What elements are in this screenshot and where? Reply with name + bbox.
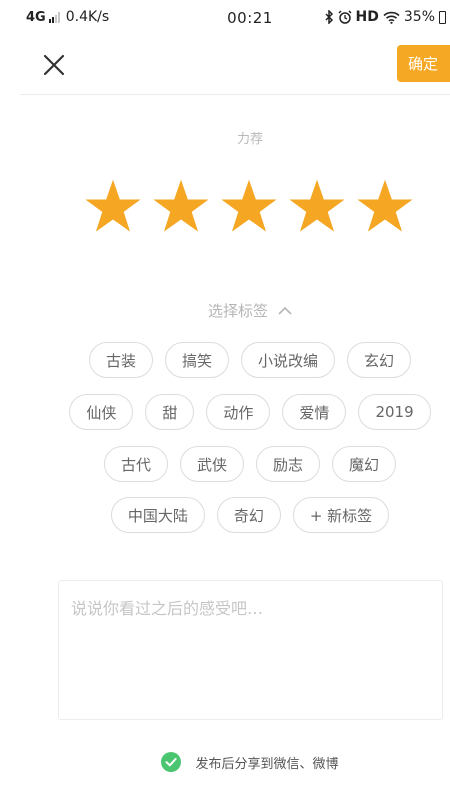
rating-screen: 4G 0.4K/s 00:21 HD 35% 确定 力荐 选择标签 古装 搞笑 … (0, 0, 450, 785)
tag-chip[interactable]: 古代 (103, 446, 168, 482)
header-divider (20, 94, 450, 95)
status-right: HD 35% (325, 9, 446, 25)
alarm-icon (338, 10, 352, 24)
star-icon[interactable] (84, 178, 142, 236)
star-icon[interactable] (288, 178, 346, 236)
tag-section-toggle[interactable]: 选择标签 (0, 300, 450, 321)
bluetooth-icon (325, 10, 333, 24)
close-button[interactable] (38, 49, 70, 81)
tag-chip[interactable]: 武侠 (179, 446, 244, 482)
tag-chip[interactable]: 动作 (206, 394, 271, 430)
star-icon[interactable] (356, 178, 414, 236)
battery-icon (439, 10, 446, 24)
star-rating (84, 178, 414, 236)
tag-chip[interactable]: 玄幻 (347, 342, 412, 378)
tag-chip[interactable]: 搞笑 (164, 342, 229, 378)
comment-placeholder: 说说你看过之后的感受吧… (71, 599, 264, 618)
close-icon (43, 54, 65, 76)
tag-chip[interactable]: 奇幻 (216, 497, 281, 533)
battery-percent: 35% (403, 9, 435, 25)
star-icon[interactable] (152, 178, 210, 236)
tag-chip[interactable]: 甜 (145, 394, 195, 430)
confirm-button[interactable]: 确定 (397, 45, 450, 82)
add-tag-button[interactable]: + 新标签 (292, 497, 390, 533)
tag-chip[interactable]: 中国大陆 (110, 497, 205, 533)
share-label: 发布后分享到微信、微博 (195, 756, 339, 772)
wifi-icon (383, 11, 400, 24)
tag-row: 中国大陆 奇幻 + 新标签 (0, 497, 450, 533)
star-icon[interactable] (220, 178, 278, 236)
tag-row: 仙侠甜动作 爱情 2019 (0, 394, 450, 430)
check-circle-icon[interactable] (161, 752, 182, 772)
share-option: 发布后分享到微信、微博 (0, 752, 450, 772)
status-bar: 4G 0.4K/s 00:21 HD 35% (0, 0, 450, 36)
tag-row: 古代 武侠 励志 魔幻 (0, 446, 450, 482)
tag-row: 古装 搞笑 小说改编 玄幻 (0, 342, 450, 378)
chevron-up-icon (278, 306, 292, 315)
tag-header-label: 选择标签 (207, 302, 268, 320)
tag-chip[interactable]: 2019 (358, 394, 431, 430)
tag-chip[interactable]: 魔幻 (332, 446, 397, 482)
tag-chip[interactable]: 仙侠 (69, 394, 134, 430)
tag-chip[interactable]: 励志 (256, 446, 321, 482)
hd-indicator: HD (355, 9, 379, 25)
top-bar: 确定 (0, 36, 450, 94)
rating-label: 力荐 (236, 132, 263, 147)
tag-chip[interactable]: 小说改编 (241, 342, 336, 378)
tag-chip[interactable]: 古装 (88, 342, 153, 378)
tag-chip[interactable]: 爱情 (282, 394, 347, 430)
comment-textarea[interactable]: 说说你看过之后的感受吧… (58, 580, 443, 720)
